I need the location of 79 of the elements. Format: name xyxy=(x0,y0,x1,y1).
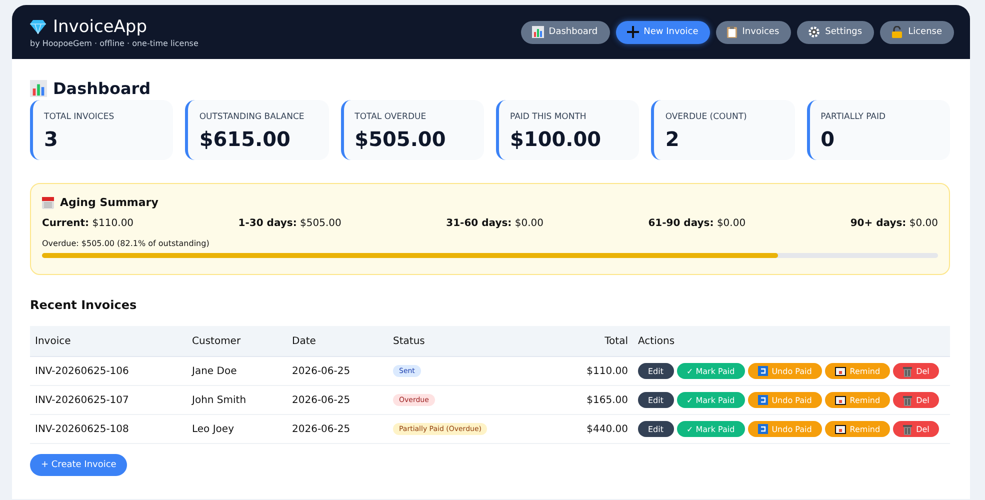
remind-button[interactable]: Remind xyxy=(824,421,890,437)
nav-button[interactable]: New Invoice xyxy=(616,20,710,44)
envelope-icon xyxy=(834,396,846,404)
stat-label: TOTAL INVOICES xyxy=(44,112,116,122)
page-title: Dashboard xyxy=(53,79,151,98)
nav-button[interactable]: Dashboard xyxy=(520,20,610,44)
diamond-icon xyxy=(30,20,46,34)
lock-icon xyxy=(891,26,904,38)
stat-value: $615.00 xyxy=(199,127,292,151)
stat-label: PAID THIS MONTH xyxy=(510,112,588,122)
aging-bucket: 90+ days: $0.00 xyxy=(850,218,938,229)
undo-button[interactable]: Undo Paid xyxy=(748,363,822,379)
app-subtitle: by HoopoeGem · offline · one-time license xyxy=(30,38,198,48)
mark-button[interactable]: ✓ Mark Paid xyxy=(676,421,745,437)
undo-icon xyxy=(758,366,768,376)
clipboard-icon xyxy=(727,26,738,38)
stat-value: $100.00 xyxy=(510,127,602,151)
stat-label: TOTAL OVERDUE xyxy=(354,112,428,122)
table-cell: $165.00 xyxy=(586,394,628,406)
nav-button[interactable]: Invoices xyxy=(716,20,792,44)
trash-icon xyxy=(903,424,912,434)
nav-button[interactable]: License xyxy=(880,20,954,44)
edit-button[interactable]: Edit xyxy=(638,421,674,437)
envelope-icon xyxy=(834,366,846,376)
app-title: InvoiceApp xyxy=(53,16,147,36)
undo-icon xyxy=(758,424,768,434)
plus-icon xyxy=(626,26,639,38)
nav-button[interactable]: Settings xyxy=(797,20,874,44)
aging-bucket: 61-90 days: $0.00 xyxy=(648,218,746,229)
table-cell: John Smith xyxy=(192,394,246,406)
column-header: Total xyxy=(604,336,628,346)
del-button[interactable]: Del xyxy=(893,392,940,408)
mark-button[interactable]: ✓ Mark Paid xyxy=(676,363,745,379)
table-cell: Leo Joey xyxy=(192,424,234,434)
create-invoice-button[interactable]: + Create Invoice xyxy=(30,454,128,476)
aging-bucket: 31-60 days: $0.00 xyxy=(446,218,544,229)
remind-button[interactable]: Remind xyxy=(824,392,890,408)
column-header: Actions xyxy=(638,336,675,346)
table-cell: 2026-06-25 xyxy=(292,394,350,406)
undo-button[interactable]: Undo Paid xyxy=(748,421,822,437)
table-cell: INV-20260625-108 xyxy=(35,424,129,434)
stat-value: $505.00 xyxy=(354,127,447,151)
table-cell: 2026-06-25 xyxy=(292,366,350,376)
undo-icon xyxy=(758,395,768,405)
aging-bucket: 1-30 days: $505.00 xyxy=(238,218,342,229)
stat-label: PARTIALLY PAID xyxy=(820,112,887,122)
stat-value: 2 xyxy=(665,127,680,151)
column-header: Status xyxy=(393,336,425,346)
table-cell: INV-20260625-107 xyxy=(35,394,129,406)
column-header: Invoice xyxy=(35,336,71,346)
calendar-icon xyxy=(42,196,54,208)
table-cell: INV-20260625-106 xyxy=(35,366,129,376)
gear-icon xyxy=(808,26,820,38)
aging-bucket: Current: $110.00 xyxy=(42,218,134,229)
del-button[interactable]: Del xyxy=(893,363,940,379)
bar-chart-icon xyxy=(532,26,544,38)
trash-icon xyxy=(903,366,912,376)
edit-button[interactable]: Edit xyxy=(638,392,674,408)
trash-icon xyxy=(903,394,912,406)
stat-value: 3 xyxy=(44,127,59,151)
stat-label: OVERDUE (COUNT) xyxy=(665,112,748,122)
edit-button[interactable]: Edit xyxy=(638,363,674,379)
bar-chart-icon xyxy=(30,80,47,97)
undo-button[interactable]: Undo Paid xyxy=(748,392,822,408)
table-cell: Jane Doe xyxy=(192,366,237,376)
stat-value: 0 xyxy=(820,127,836,151)
del-button[interactable]: Del xyxy=(893,421,940,437)
column-header: Date xyxy=(292,336,316,346)
column-header: Customer xyxy=(192,336,241,346)
mark-button[interactable]: ✓ Mark Paid xyxy=(676,392,745,408)
overdue-note: Overdue: $505.00 (82.1% of outstanding) xyxy=(42,239,210,248)
remind-button[interactable]: Remind xyxy=(824,363,890,379)
panel-title: Aging Summary xyxy=(60,196,158,209)
envelope-icon xyxy=(834,424,846,434)
table-cell: $440.00 xyxy=(586,424,628,434)
section-title: Recent Invoices xyxy=(30,298,138,312)
stat-label: OUTSTANDING BALANCE xyxy=(199,112,306,122)
table-cell: $110.00 xyxy=(586,366,628,376)
table-cell: 2026-06-25 xyxy=(292,424,350,434)
